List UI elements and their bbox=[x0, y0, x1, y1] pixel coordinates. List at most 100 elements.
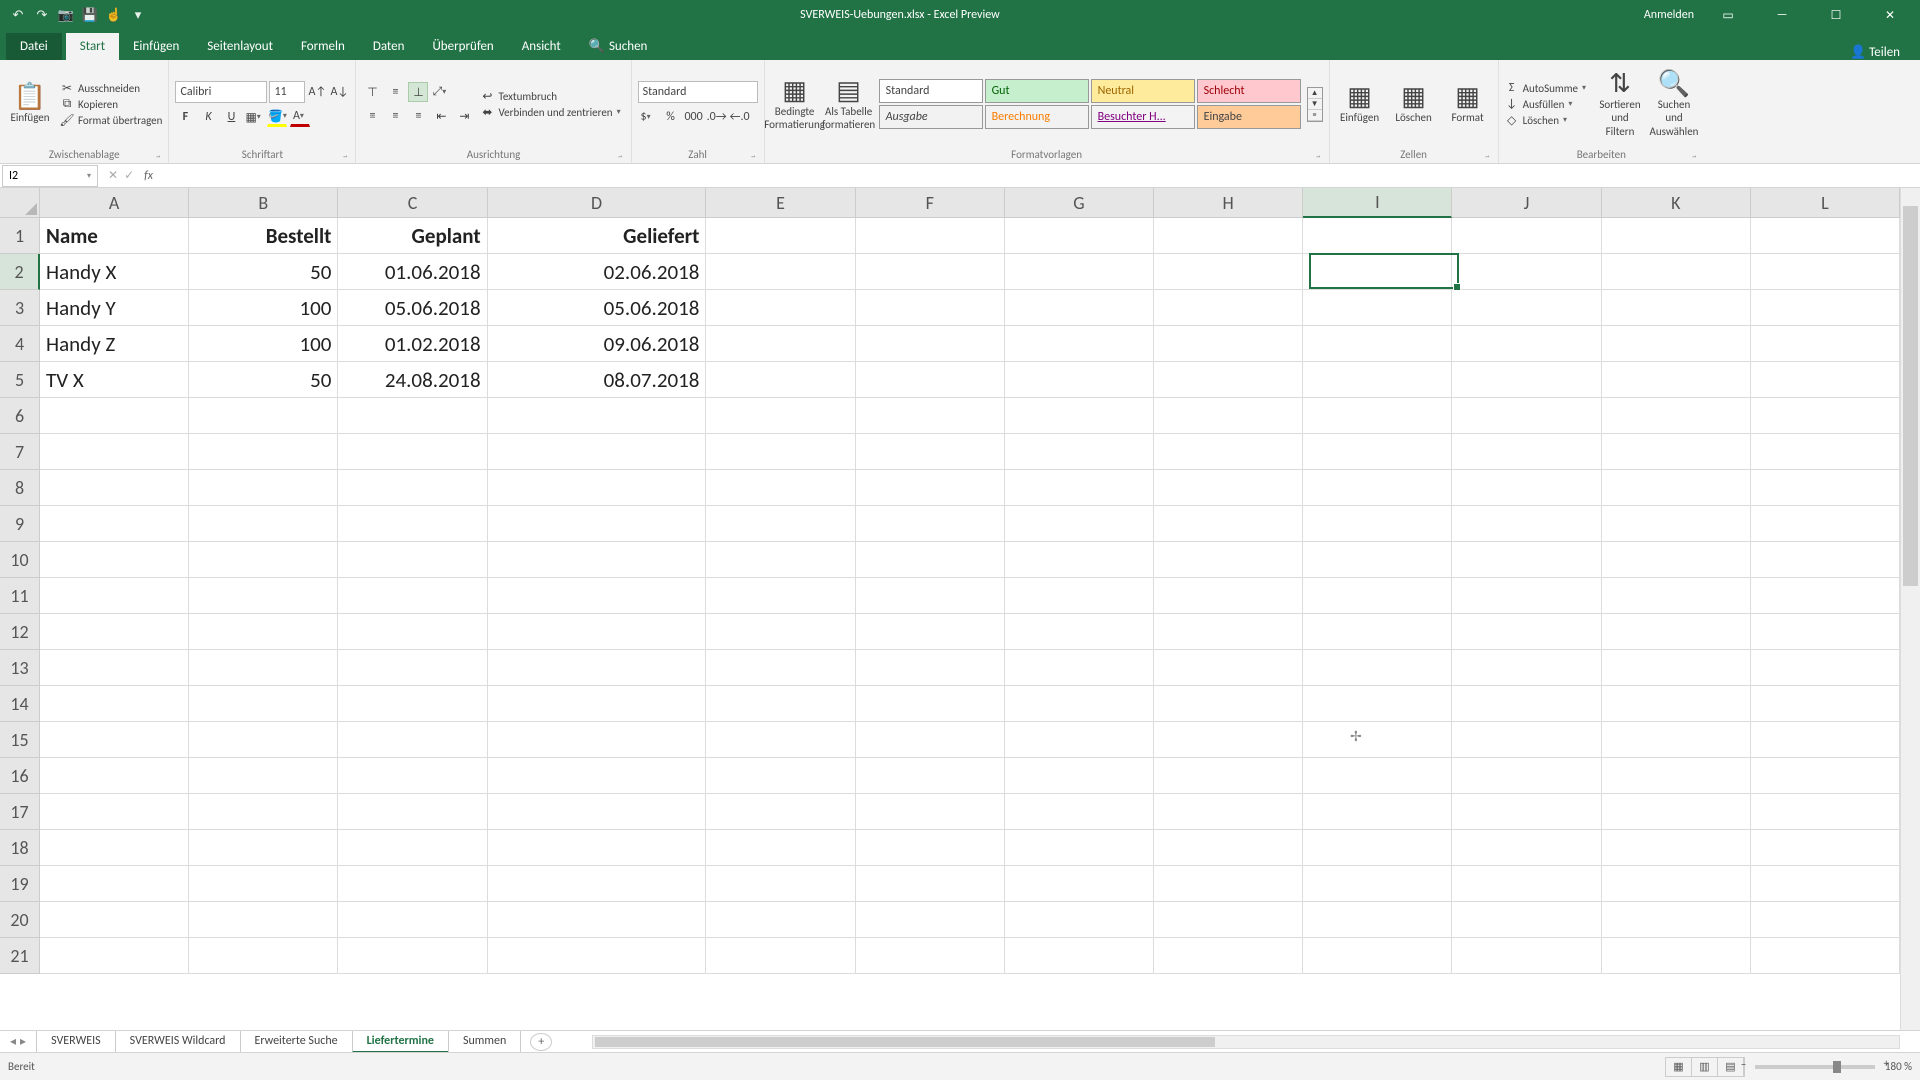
italic-button[interactable]: K bbox=[198, 107, 218, 127]
cell[interactable] bbox=[1602, 506, 1751, 542]
cell[interactable] bbox=[1452, 326, 1601, 362]
copy-button[interactable]: ⧉Kopieren bbox=[60, 97, 162, 111]
cell[interactable] bbox=[1602, 830, 1751, 866]
cell[interactable] bbox=[40, 398, 189, 434]
cell[interactable] bbox=[1303, 218, 1452, 254]
cell[interactable] bbox=[40, 794, 189, 830]
cell[interactable] bbox=[1751, 686, 1900, 722]
align-center-icon[interactable]: ≡ bbox=[385, 106, 405, 126]
style-standard[interactable]: Standard bbox=[879, 79, 983, 103]
vertical-scrollbar[interactable] bbox=[1900, 188, 1920, 1030]
sheet-tab[interactable]: Summen bbox=[448, 1031, 521, 1053]
cell[interactable] bbox=[1452, 542, 1601, 578]
cell[interactable] bbox=[1602, 434, 1751, 470]
cut-button[interactable]: ✂Ausschneiden bbox=[60, 81, 162, 95]
style-berechnung[interactable]: Berechnung bbox=[985, 105, 1089, 129]
format-painter-button[interactable]: 🖌Format übertragen bbox=[60, 113, 162, 127]
autosum-button[interactable]: ΣAutoSumme▾ bbox=[1505, 81, 1590, 95]
cell[interactable] bbox=[1154, 866, 1303, 902]
minimize-icon[interactable]: — bbox=[1762, 2, 1802, 28]
enter-formula-icon[interactable]: ✓ bbox=[124, 168, 134, 183]
cell[interactable] bbox=[856, 758, 1005, 794]
cell[interactable] bbox=[1602, 902, 1751, 938]
cell-grid[interactable]: NameBestelltGeplantGeliefertHandy X5001.… bbox=[40, 218, 1900, 1030]
cell[interactable] bbox=[1303, 398, 1452, 434]
cell[interactable] bbox=[1602, 650, 1751, 686]
column-header[interactable]: H bbox=[1154, 188, 1303, 218]
cell[interactable] bbox=[1751, 938, 1900, 974]
cell[interactable] bbox=[1154, 362, 1303, 398]
row-header[interactable]: 14 bbox=[0, 686, 40, 722]
decrease-indent-icon[interactable]: ⇤ bbox=[431, 106, 451, 126]
cell[interactable] bbox=[189, 434, 338, 470]
column-header[interactable]: G bbox=[1005, 188, 1154, 218]
cell[interactable] bbox=[189, 902, 338, 938]
cell[interactable] bbox=[40, 830, 189, 866]
cell[interactable] bbox=[40, 938, 189, 974]
cell[interactable] bbox=[1005, 218, 1154, 254]
cell[interactable] bbox=[1154, 218, 1303, 254]
align-bottom-icon[interactable]: ⊥ bbox=[408, 82, 428, 102]
cell[interactable] bbox=[488, 758, 707, 794]
cell[interactable] bbox=[488, 434, 707, 470]
wrap-text-button[interactable]: ↩Textumbruch bbox=[480, 89, 624, 103]
cell[interactable] bbox=[856, 686, 1005, 722]
cell[interactable] bbox=[488, 902, 707, 938]
cell[interactable] bbox=[40, 434, 189, 470]
delete-cells-button[interactable]: ▦Löschen bbox=[1390, 67, 1438, 141]
cell[interactable] bbox=[1751, 254, 1900, 290]
column-header[interactable]: J bbox=[1452, 188, 1601, 218]
row-header[interactable]: 2 bbox=[0, 254, 40, 290]
cell[interactable]: 08.07.2018 bbox=[488, 362, 707, 398]
sheet-tab[interactable]: Liefertermine bbox=[352, 1031, 449, 1053]
sort-filter-button[interactable]: ⇅Sortieren und Filtern bbox=[1596, 67, 1644, 141]
cell[interactable] bbox=[1751, 290, 1900, 326]
cell[interactable] bbox=[1751, 506, 1900, 542]
cell[interactable] bbox=[40, 722, 189, 758]
bold-button[interactable]: F bbox=[175, 107, 195, 127]
select-all-corner[interactable] bbox=[0, 188, 40, 218]
cell[interactable] bbox=[1303, 578, 1452, 614]
cell[interactable]: 100 bbox=[189, 290, 338, 326]
cell[interactable] bbox=[856, 902, 1005, 938]
chevron-down-icon[interactable]: ▼ bbox=[1308, 99, 1322, 110]
align-left-icon[interactable]: ≡ bbox=[362, 106, 382, 126]
cell[interactable] bbox=[338, 722, 487, 758]
qat-more-icon[interactable]: ▾ bbox=[130, 7, 146, 23]
cell[interactable] bbox=[856, 254, 1005, 290]
cell[interactable] bbox=[1452, 794, 1601, 830]
cell[interactable] bbox=[189, 506, 338, 542]
column-header[interactable]: F bbox=[856, 188, 1005, 218]
cell[interactable] bbox=[1751, 614, 1900, 650]
cell[interactable] bbox=[1154, 470, 1303, 506]
cell[interactable] bbox=[189, 650, 338, 686]
cell[interactable]: Handy Z bbox=[40, 326, 189, 362]
cell[interactable] bbox=[488, 794, 707, 830]
cell[interactable] bbox=[1751, 326, 1900, 362]
cell[interactable]: 09.06.2018 bbox=[488, 326, 707, 362]
cell[interactable] bbox=[706, 254, 855, 290]
tab-search[interactable]: 🔍Suchen bbox=[575, 33, 662, 60]
cell[interactable] bbox=[706, 434, 855, 470]
cell[interactable] bbox=[1154, 614, 1303, 650]
cell[interactable] bbox=[1154, 326, 1303, 362]
cell[interactable] bbox=[1005, 398, 1154, 434]
cancel-formula-icon[interactable]: ✕ bbox=[108, 168, 118, 183]
cell[interactable] bbox=[1303, 506, 1452, 542]
name-box[interactable]: I2▾ bbox=[2, 165, 98, 187]
cell[interactable] bbox=[1005, 794, 1154, 830]
cell[interactable] bbox=[40, 866, 189, 902]
cell[interactable] bbox=[1602, 362, 1751, 398]
cell[interactable] bbox=[706, 758, 855, 794]
cell[interactable] bbox=[189, 470, 338, 506]
cell[interactable] bbox=[1005, 470, 1154, 506]
cell[interactable] bbox=[706, 398, 855, 434]
cell[interactable] bbox=[1452, 938, 1601, 974]
cell[interactable] bbox=[1751, 542, 1900, 578]
tab-formulas[interactable]: Formeln bbox=[287, 33, 359, 60]
column-header[interactable]: D bbox=[488, 188, 707, 218]
cell[interactable] bbox=[1751, 866, 1900, 902]
row-header[interactable]: 6 bbox=[0, 398, 40, 434]
cell[interactable] bbox=[338, 614, 487, 650]
cell[interactable] bbox=[1303, 686, 1452, 722]
